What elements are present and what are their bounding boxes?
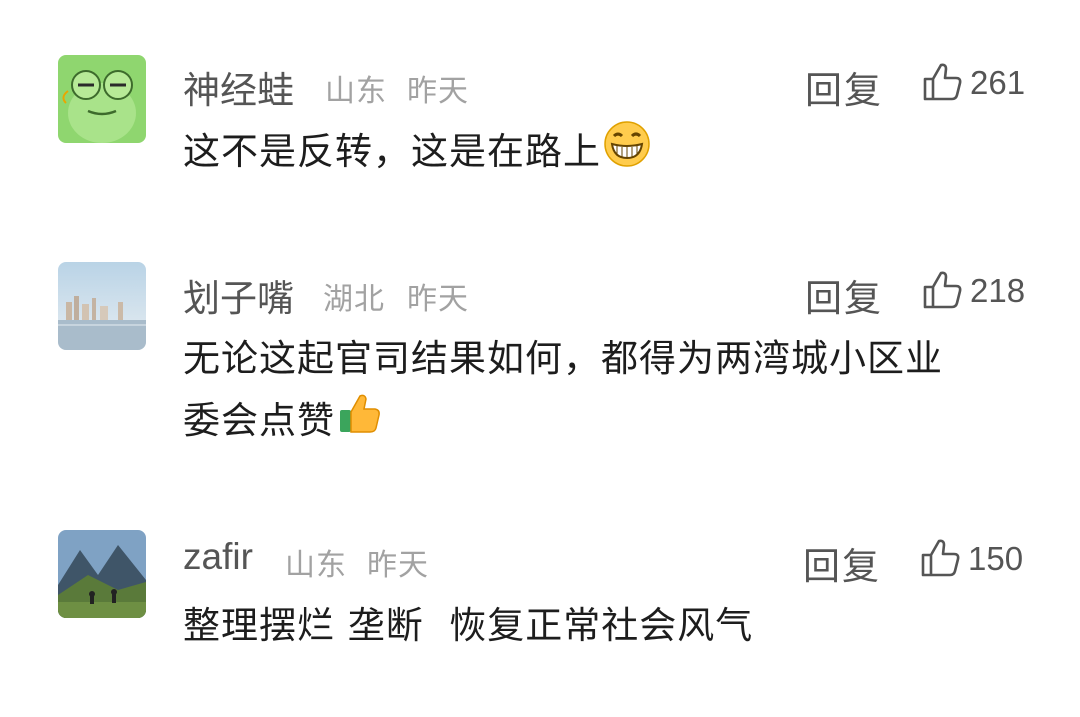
time-label: 昨天: [407, 74, 469, 109]
username[interactable]: 神经蛙: [183, 60, 294, 114]
like-button[interactable]: 150: [918, 536, 1023, 582]
thumbs-up-icon: [920, 59, 964, 107]
thumbs-up-icon: [920, 267, 964, 315]
time-label: 昨天: [407, 282, 469, 317]
like-count: 261: [970, 64, 1026, 101]
like-count: 150: [968, 540, 1024, 577]
comment-text: 这不是反转，这是在路上: [183, 120, 1023, 187]
comment-text-line-part: 委会点赞: [183, 399, 335, 442]
comment-text: 整理摆烂 垄断 恢复正常社会风气: [183, 595, 1023, 657]
like-button[interactable]: 218: [920, 268, 1025, 314]
location-label: 湖北: [323, 282, 385, 317]
comment-text-line: 这不是反转，这是在路上: [183, 130, 601, 173]
reply-button[interactable]: 回复: [805, 268, 883, 322]
grinning-face-icon: [603, 120, 651, 187]
thumbs-up-icon: [918, 535, 962, 583]
mountain-landscape-avatar-icon[interactable]: [58, 530, 146, 618]
username[interactable]: 划子嘴: [183, 268, 294, 322]
reply-button[interactable]: 回复: [805, 60, 883, 114]
city-skyline-avatar-icon[interactable]: [58, 262, 146, 350]
location-label: 山东: [285, 548, 347, 583]
reply-button[interactable]: 回复: [803, 536, 881, 590]
like-count: 218: [970, 272, 1026, 309]
location-label: 山东: [325, 74, 387, 109]
comment-text-line: 无论这起官司结果如何，都得为两湾城小区业: [183, 337, 943, 380]
comment-text: 无论这起官司结果如何，都得为两湾城小区业 委会点赞: [183, 328, 1023, 455]
time-label: 昨天: [367, 548, 429, 583]
comment-text-line: 委会点赞: [183, 390, 1023, 455]
frog-avatar-icon[interactable]: [58, 55, 146, 143]
like-button[interactable]: 261: [920, 60, 1025, 106]
comment-text-line: 整理摆烂 垄断 恢复正常社会风气: [183, 604, 754, 647]
thumbs-up-icon: [337, 390, 383, 455]
username[interactable]: zafir: [183, 536, 253, 578]
